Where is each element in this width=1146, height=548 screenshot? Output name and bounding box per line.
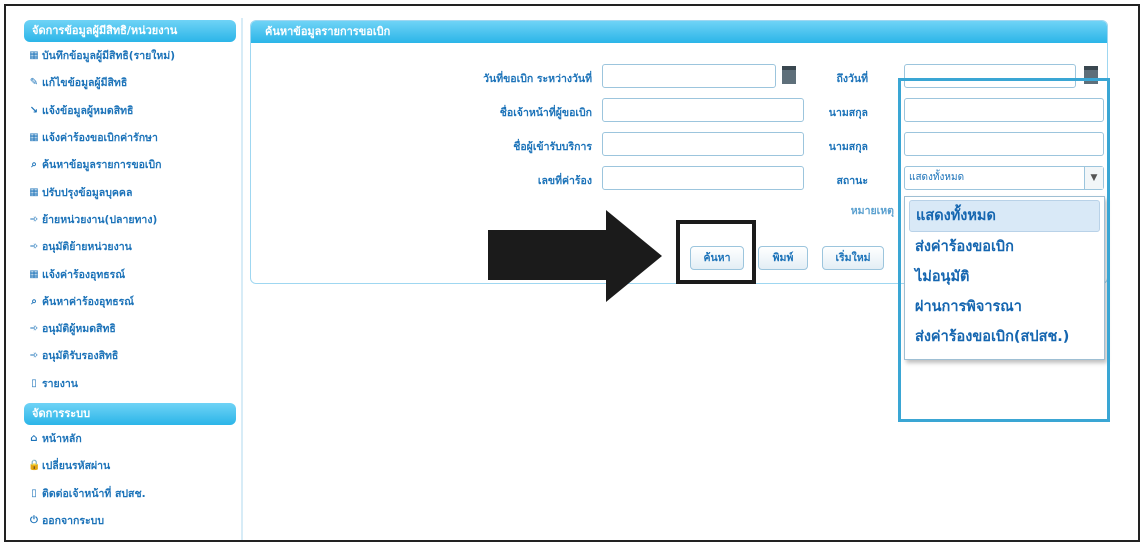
sidebar-item[interactable]: ⌕ ค้นหาข้อมูลรายการขอเบิก [24,151,236,178]
print-button[interactable]: พิมพ์ [758,246,808,270]
sidebar-item-label: หน้าหลัก [42,433,82,445]
sidebar-item[interactable]: ▦ ปรับปรุงข้อมูลบุคคล [24,178,236,205]
sidebar-item[interactable]: ⌕ ค้นหาค่าร้องอุทธรณ์ [24,288,236,315]
sidebar-item[interactable]: ➾ อนุมัติผู้หมดสิทธิ [24,315,236,342]
date-from-label: วันที่ขอเบิก ระหว่างวันที่ [483,73,592,85]
pointer-arrow-icon [606,210,662,302]
calendar-icon[interactable] [782,66,796,84]
sidebar-item-label: ค้นหาค่าร้องอุทธรณ์ [42,295,135,308]
sidebar-item-label: แก้ไขข้อมูลผู้มีสิทธิ [42,77,128,90]
sidebar-section-title-system: จัดการระบบ [24,402,236,425]
grid-icon: ▦ [29,132,39,144]
screenshot-frame: จัดการข้อมูลผู้มีสิทธิ/หน่วยงาน ▦ บันทึกข… [4,4,1140,542]
sidebar-item-label: อนุมัติรับรองสิทธิ [42,350,119,363]
sidebar-item[interactable]: 🔒 เปลี่ยนรหัสผ่าน [24,452,236,479]
sidebar-item-label: แจ้งค่าร้องอุทธรณ์ [42,268,126,281]
grid-icon: ▦ [29,268,39,280]
sidebar: จัดการข้อมูลผู้มีสิทธิ/หน่วยงาน ▦ บันทึกข… [24,20,236,540]
sidebar-item-label: บันทึกข้อมูลผู้มีสิทธิ(รายใหม่) [42,50,176,63]
sidebar-item[interactable]: ⌂ หน้าหลัก [24,425,236,452]
sidebar-item[interactable]: ▦ แจ้งค่าร้องอุทธรณ์ [24,260,236,287]
sidebar-item[interactable]: ➾ อนุมัติย้ายหน่วยงาน [24,233,236,260]
grid-icon: ▦ [29,50,39,62]
sidebar-item[interactable]: ➾ อนุมัติรับรองสิทธิ [24,342,236,369]
sidebar-divider [241,18,243,540]
arrow-icon: ➾ [29,213,39,225]
search-highlight-box [676,220,756,284]
date-to-label: ถึงวันที่ [836,73,868,85]
sidebar-item-label: แจ้งค่าร้องขอเบิกค่ารักษา [42,132,158,145]
remark-label: หมายเหตุ [850,205,894,217]
reset-button[interactable]: เริ่มใหม่ [822,246,884,270]
pointer-arrow-shaft [488,230,608,280]
request-no-input[interactable] [602,166,804,190]
search-icon: ⌕ [31,295,37,307]
power-icon: ⏻ [30,514,38,526]
sidebar-menu: ▦ บันทึกข้อมูลผู้มีสิทธิ(รายใหม่) ✎ แก้ไขข้… [24,42,236,397]
sidebar-item-label: อนุมัติย้ายหน่วยงาน [42,241,132,254]
arrow-icon: ➾ [29,350,39,362]
inform-icon: ↘ [29,104,39,116]
officer-name-input[interactable] [602,98,804,122]
sidebar-item[interactable]: ✎ แก้ไขข้อมูลผู้มีสิทธิ [24,69,236,96]
request-no-label: เลขที่ค่าร้อง [537,175,592,187]
sidebar-item-label: ปรับปรุงข้อมูลบุคคล [42,186,133,199]
officer-surname-label: นามสกุล [828,107,868,119]
sidebar-item[interactable]: ▦ แจ้งค่าร้องขอเบิกค่ารักษา [24,124,236,151]
sidebar-item[interactable]: ⏻ ออกจากระบบ [24,507,236,534]
sidebar-item-label: รายงาน [42,377,78,390]
sidebar-item-label: ค้นหาข้อมูลรายการขอเบิก [42,159,162,172]
lock-icon: 🔒 [28,460,41,472]
sidebar-item-label: อนุมัติผู้หมดสิทธิ [42,323,116,336]
sidebar-item-label: ออกจากระบบ [42,514,104,527]
document-icon: ▯ [31,487,37,499]
sidebar-item[interactable]: ▦ บันทึกข้อมูลผู้มีสิทธิ(รายใหม่) [24,42,236,69]
sidebar-item[interactable]: ➾ ย้ายหน่วยงาน(ปลายทาง) [24,206,236,233]
sidebar-item-label: ติดต่อเจ้าหน้าที่ สปสช. [42,487,146,500]
sidebar-item[interactable]: ▯ รายงาน [24,370,236,397]
officer-name-label: ชื่อเจ้าหน้าที่ผู้ขอเบิก [499,107,592,119]
patient-surname-label: นามสกุล [828,141,868,153]
patient-name-label: ชื่อผู้เข้ารับบริการ [513,141,592,153]
date-from-input[interactable] [602,64,776,88]
sidebar-menu-system: ⌂ หน้าหลัก 🔒 เปลี่ยนรหัสผ่าน ▯ ติดต่อเจ้าหน้า… [24,425,236,534]
sidebar-item[interactable]: ▯ ติดต่อเจ้าหน้าที่ สปสช. [24,479,236,506]
home-icon: ⌂ [30,433,38,444]
arrow-icon: ➾ [29,241,39,253]
status-highlight-box [898,78,1110,422]
document-icon: ▯ [31,377,37,389]
sidebar-item-label: แจ้งข้อมูลผู้หมดสิทธิ [42,104,134,117]
sidebar-item-label: ย้ายหน่วยงาน(ปลายทาง) [42,213,158,226]
search-icon: ⌕ [31,159,37,171]
sidebar-item-label: เปลี่ยนรหัสผ่าน [42,460,111,473]
pencil-icon: ✎ [29,77,39,89]
status-label: สถานะ [836,175,868,187]
patient-name-input[interactable] [602,132,804,156]
sidebar-section-title: จัดการข้อมูลผู้มีสิทธิ/หน่วยงาน [24,20,236,42]
sidebar-item[interactable]: ↘ แจ้งข้อมูลผู้หมดสิทธิ [24,97,236,124]
arrow-icon: ➾ [29,323,39,335]
grid-icon: ▦ [29,186,39,198]
panel-title: ค้นหาข้อมูลรายการขอเบิก [251,21,1107,43]
